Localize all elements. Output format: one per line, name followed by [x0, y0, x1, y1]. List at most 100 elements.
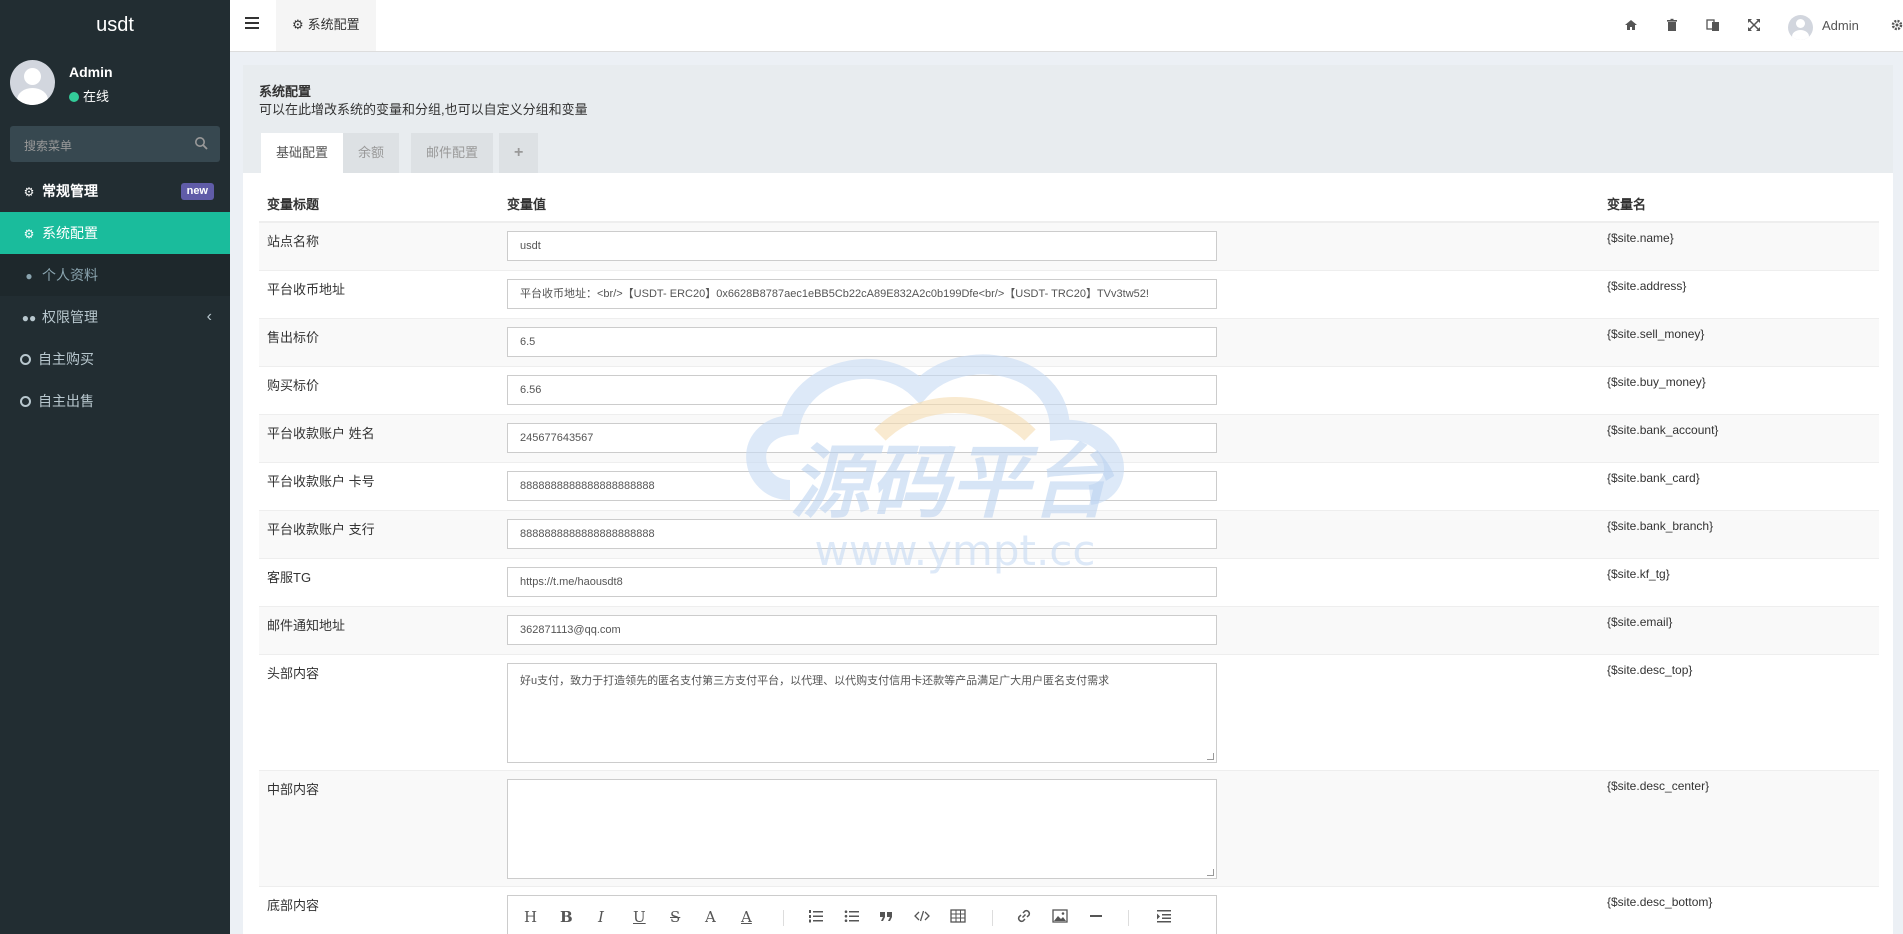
row-variable: {$site.desc_bottom} [1607, 895, 1713, 909]
buy-price-input[interactable]: 6.56 [507, 375, 1217, 405]
address-input[interactable]: 平台收币地址：<br/>【USDT- ERC20】0x6628B8787aec1… [507, 279, 1217, 309]
page-title: 系统配置 [259, 84, 312, 99]
main-content: 系统配置 可以在此增改系统的变量和分组,也可以自定义分组和变量 基础配置 余额 … [243, 65, 1893, 934]
table-row: 平台收款账户 姓名 245677643567 {$site.bank_accou… [259, 414, 1879, 462]
sidebar-item-self-buy[interactable]: 自主购买 [0, 338, 230, 380]
row-label: 客服TG [267, 570, 312, 585]
user-status: 在线 [69, 86, 109, 105]
sidebar-item-permissions[interactable]: ●● 权限管理 ‹ [0, 296, 230, 338]
gear-icon: ⚙ [292, 17, 304, 32]
table-row: 站点名称 usdt {$site.name} [259, 222, 1879, 270]
avatar [10, 60, 55, 105]
row-variable: {$site.kf_tg} [1607, 567, 1670, 581]
code-icon[interactable] [914, 908, 930, 924]
table-row: 平台收币地址 平台收币地址：<br/>【USDT- ERC20】0x6628B8… [259, 270, 1879, 318]
trash-icon[interactable] [1665, 18, 1679, 32]
bank-card-input[interactable]: 8888888888888888888888 [507, 471, 1217, 501]
top-user-name[interactable]: Admin [1822, 18, 1859, 33]
ordered-list-icon[interactable] [808, 908, 824, 924]
heading-icon[interactable]: H [524, 908, 537, 926]
bank-account-input[interactable]: 245677643567 [507, 423, 1217, 453]
row-variable: {$site.email} [1607, 615, 1673, 629]
row-label: 平台收款账户 卡号 [267, 474, 375, 489]
sidebar-item-profile[interactable]: ● 个人资料 [0, 254, 230, 296]
gears-icon[interactable] [1890, 18, 1903, 32]
editor-toolbar: H B I U S A A [507, 895, 1217, 934]
bullet-list-icon[interactable] [844, 908, 860, 924]
image-icon[interactable] [1052, 908, 1068, 924]
tab-balance[interactable]: 余额 [343, 133, 400, 173]
sell-price-input[interactable]: 6.5 [507, 327, 1217, 357]
row-label: 中部内容 [267, 782, 320, 797]
menu-search-input[interactable]: 搜索菜单 [10, 126, 220, 162]
kf-tg-input[interactable]: https://t.me/haousdt8 [507, 567, 1217, 597]
users-icon: ●● [21, 311, 37, 325]
horizontal-rule-icon[interactable] [1088, 908, 1104, 924]
tab-basic[interactable]: 基础配置 [261, 133, 344, 173]
home-icon[interactable] [1624, 18, 1638, 32]
row-label: 底部内容 [267, 898, 320, 913]
config-table: 变量标题 变量值 变量名 站点名称 usdt {$site.name} 平台收币… [259, 180, 1879, 934]
app-logo[interactable]: usdt [0, 0, 230, 50]
italic-icon[interactable]: I [598, 908, 604, 926]
row-variable: {$site.name} [1607, 231, 1674, 245]
toolbar-divider [992, 910, 993, 926]
row-variable: {$site.bank_branch} [1607, 519, 1714, 533]
table-icon[interactable] [950, 908, 966, 924]
online-dot-icon [69, 92, 79, 102]
table-row: 中部内容 {$site.desc_center} [259, 770, 1879, 886]
menu-toggle-icon[interactable] [245, 17, 259, 29]
table-row: 平台收款账户 支行 8888888888888888888888 {$site.… [259, 510, 1879, 558]
link-icon[interactable] [1016, 908, 1032, 924]
sidebar: usdt Admin 在线 搜索菜单 ⚙ 常规管理 new ⚙ 系统配置 ● 个人资料… [0, 0, 230, 934]
desc-top-textarea[interactable]: 好u支付，致力于打造领先的匿名支付第三方支付平台，以代理、以代购支付信用卡还款等… [507, 663, 1217, 763]
strikethrough-icon[interactable]: S [670, 908, 680, 926]
desc-center-textarea[interactable] [507, 779, 1217, 879]
column-header: 变量值 [507, 197, 547, 212]
row-label: 邮件通知地址 [267, 618, 346, 633]
row-variable: {$site.bank_card} [1607, 471, 1700, 485]
user-icon: ● [25, 269, 33, 283]
site-name-input[interactable]: usdt [507, 231, 1217, 261]
row-label: 平台收款账户 姓名 [267, 426, 375, 441]
bank-branch-input[interactable]: 8888888888888888888888 [507, 519, 1217, 549]
row-variable: {$site.address} [1607, 279, 1687, 293]
table-row: 头部内容 好u支付，致力于打造领先的匿名支付第三方支付平台，以代理、以代购支付信… [259, 654, 1879, 770]
toolbar-divider [1128, 910, 1129, 926]
circle-icon [20, 396, 31, 407]
sidebar-item-system-config[interactable]: ⚙ 系统配置 [0, 212, 230, 254]
table-row: 底部内容 H B I U S A A {$site.desc_bottom} [259, 886, 1879, 934]
indent-icon[interactable] [1156, 908, 1172, 924]
row-label: 平台收款账户 支行 [267, 522, 375, 537]
tab-mail[interactable]: 邮件配置 [411, 133, 494, 173]
avatar[interactable] [1788, 15, 1813, 40]
table-row: 购买标价 6.56 {$site.buy_money} [259, 366, 1879, 414]
underline-icon[interactable]: U [633, 908, 646, 926]
resize-handle-icon[interactable] [1207, 869, 1214, 876]
table-row: 客服TG https://t.me/haousdt8 {$site.kf_tg} [259, 558, 1879, 606]
resize-handle-icon[interactable] [1207, 753, 1214, 760]
bold-icon[interactable]: B [560, 908, 573, 926]
column-header: 变量标题 [267, 197, 320, 212]
font-size-icon[interactable]: A [705, 908, 716, 926]
toolbar-divider [783, 910, 784, 926]
sidebar-item-general[interactable]: ⚙ 常规管理 new [0, 170, 230, 212]
language-icon[interactable] [1706, 18, 1720, 32]
font-color-icon[interactable]: A [741, 908, 752, 926]
column-header: 变量名 [1607, 197, 1647, 212]
email-input[interactable]: 362871113@qq.com [507, 615, 1217, 645]
gear-icon: ⚙ [23, 227, 35, 241]
row-variable: {$site.sell_money} [1607, 327, 1705, 341]
table-row: 平台收款账户 卡号 8888888888888888888888 {$site.… [259, 462, 1879, 510]
fullscreen-icon[interactable] [1747, 18, 1761, 32]
row-label: 售出标价 [267, 330, 320, 345]
chevron-left-icon: ‹ [206, 308, 212, 325]
tab-system-config[interactable]: ⚙ 系统配置 [276, 0, 376, 51]
quote-icon[interactable] [878, 908, 894, 924]
user-name: Admin [69, 64, 113, 80]
add-tab-button[interactable]: + [499, 133, 539, 173]
search-icon[interactable] [194, 136, 208, 150]
row-label: 站点名称 [267, 234, 320, 249]
sidebar-item-self-sell[interactable]: 自主出售 [0, 380, 230, 422]
row-label: 头部内容 [267, 666, 320, 681]
